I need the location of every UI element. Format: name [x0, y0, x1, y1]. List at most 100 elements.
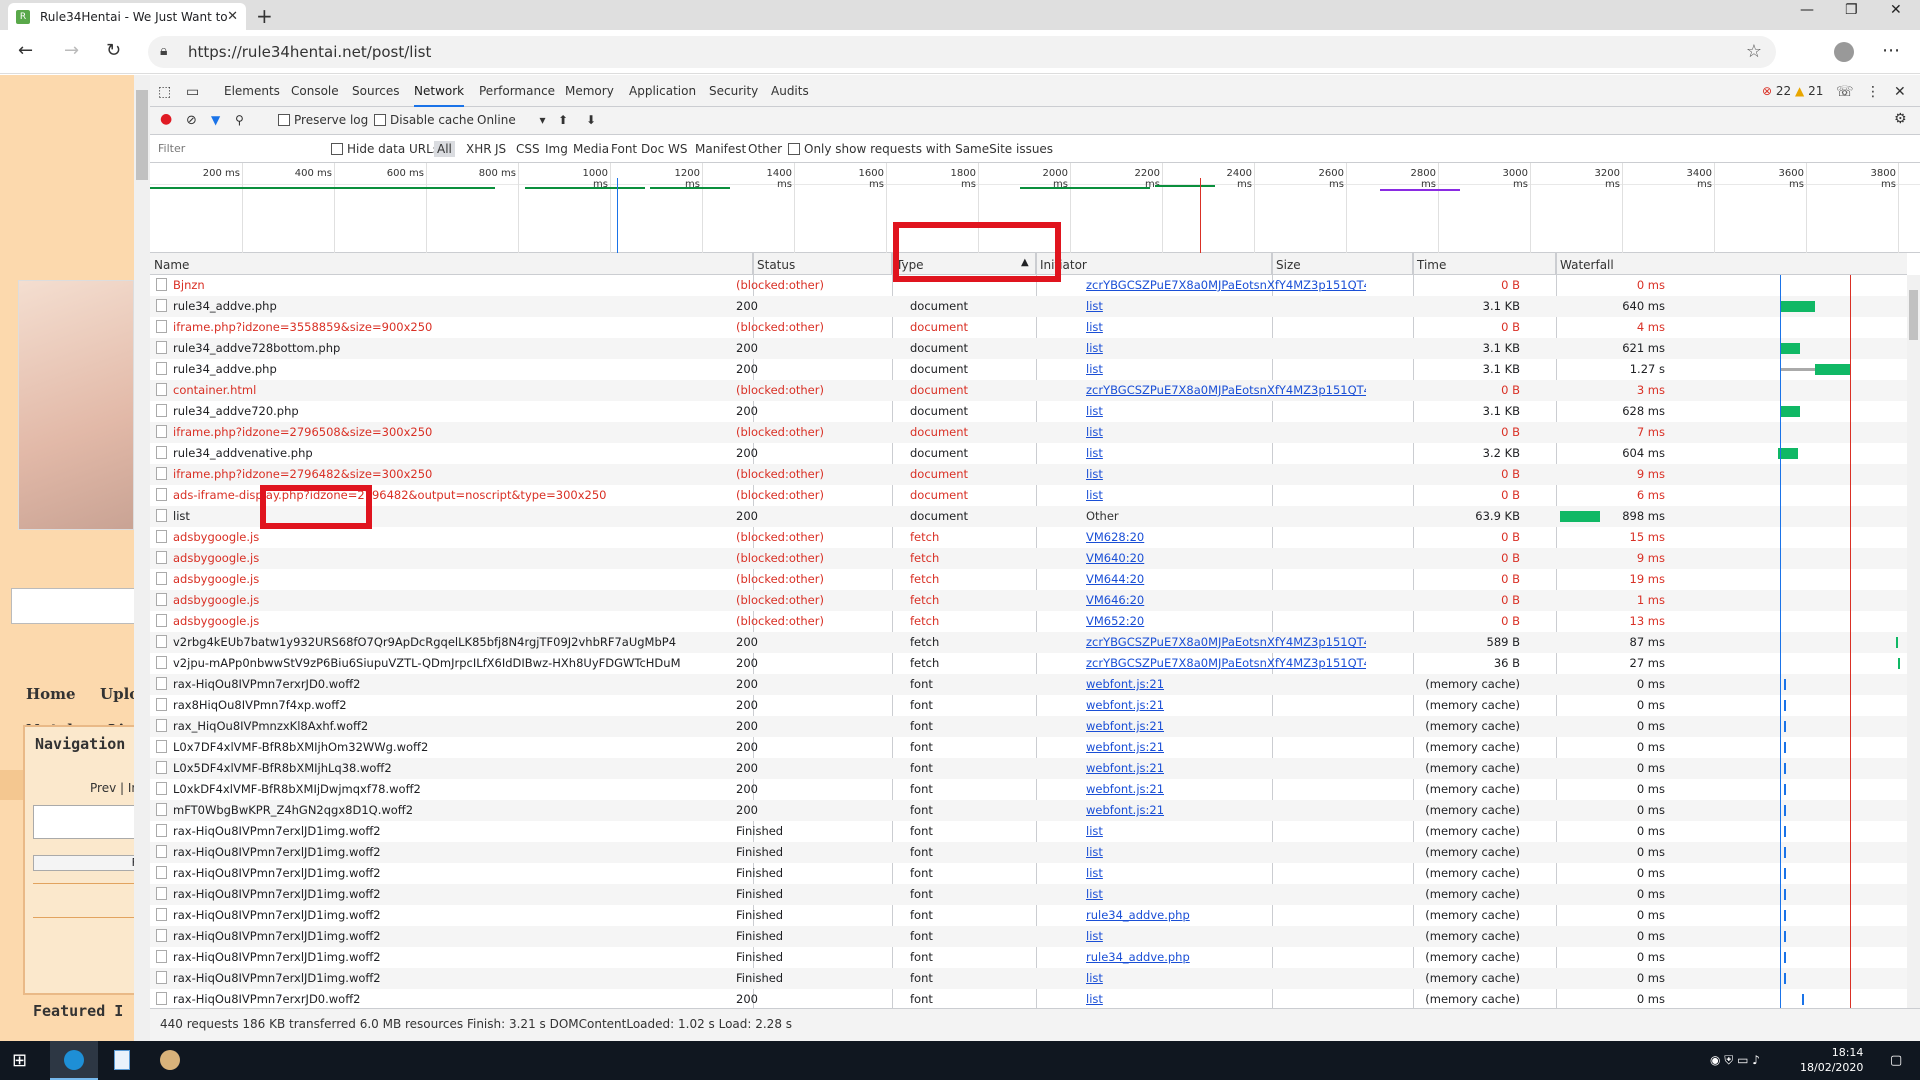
tab-application[interactable]: Application: [629, 84, 696, 98]
request-initiator[interactable]: webfont.js:21: [1086, 782, 1366, 796]
request-name-cell[interactable]: rax-HiqOu8IVPmn7erxlJD1img.woff2: [156, 950, 736, 964]
preserve-log-checkbox[interactable]: Preserve log: [278, 113, 368, 127]
tab-console[interactable]: Console: [291, 84, 339, 98]
request-initiator[interactable]: list: [1086, 362, 1366, 376]
record-icon[interactable]: ●: [160, 111, 172, 127]
table-row[interactable]: rax-HiqOu8IVPmn7erxlJD1img.woff2 Finished…: [150, 842, 1907, 863]
table-row[interactable]: container.html (blocked:other) document zcr…: [150, 380, 1907, 401]
request-initiator[interactable]: list: [1086, 866, 1366, 880]
filter-type-ws[interactable]: WS: [668, 142, 687, 156]
column-status[interactable]: Status: [753, 253, 892, 275]
request-initiator[interactable]: list: [1086, 887, 1366, 901]
navigation-search-input[interactable]: [33, 805, 143, 839]
restore-icon[interactable]: ❐: [1845, 2, 1858, 18]
table-row[interactable]: list 200 document Other 63.9 KB 898 ms: [150, 506, 1907, 527]
filter-type-xhr[interactable]: XHR: [466, 142, 492, 156]
filter-type-other[interactable]: Other: [748, 142, 782, 156]
request-name-cell[interactable]: rax_HiqOu8IVPmnzxKl8Axhf.woff2: [156, 719, 736, 733]
close-tab-icon[interactable]: ✕: [227, 9, 238, 24]
notifications-icon[interactable]: ▢: [1890, 1053, 1902, 1068]
request-initiator[interactable]: list: [1086, 488, 1366, 502]
request-name-cell[interactable]: rule34_addve.php: [156, 299, 736, 313]
request-initiator[interactable]: zcrYBGCSZPuE7X8a0MJPaEotsnXfY4MZ3p151QT4…: [1086, 278, 1366, 292]
request-name-cell[interactable]: iframe.php?idzone=2796508&size=300x250: [156, 425, 736, 439]
tab-sources[interactable]: Sources: [352, 84, 399, 98]
request-name-cell[interactable]: v2rbg4kEUb7batw1y932URS68fO7Qr9ApDcRgqel…: [156, 635, 736, 649]
tab-network[interactable]: Network: [414, 84, 465, 107]
filter-type-doc[interactable]: Doc: [641, 142, 664, 156]
table-row[interactable]: rax_HiqOu8IVPmnzxKl8Axhf.woff2 200 font web…: [150, 716, 1907, 737]
request-initiator[interactable]: list: [1086, 467, 1366, 481]
request-initiator[interactable]: VM640:20: [1086, 551, 1366, 565]
import-har-icon[interactable]: ⬆: [558, 113, 568, 127]
browser-tab[interactable]: R Rule34Hentai - We Just Want to ✕: [8, 3, 246, 30]
request-name-cell[interactable]: Bjnzn: [156, 278, 736, 292]
tab-audits[interactable]: Audits: [771, 84, 809, 98]
forward-icon[interactable]: →: [64, 40, 79, 61]
request-name-cell[interactable]: L0x7DF4xlVMF-BfR8bXMIjhOm32WWg.woff2: [156, 740, 736, 754]
favorite-star-icon[interactable]: ☆: [1746, 41, 1762, 62]
request-name-cell[interactable]: rax8HiqOu8IVPmn7f4xp.woff2: [156, 698, 736, 712]
table-row[interactable]: rax-HiqOu8IVPmn7erxrJD0.woff2 200 font webf…: [150, 674, 1907, 695]
page-scrollbar-thumb[interactable]: [136, 90, 148, 180]
page-scrollbar[interactable]: [134, 75, 150, 1041]
table-row[interactable]: rax-HiqOu8IVPmn7erxlJD1img.woff2 Finished…: [150, 968, 1907, 989]
filter-type-js[interactable]: JS: [495, 142, 506, 156]
filter-type-css[interactable]: CSS: [516, 142, 540, 156]
table-row[interactable]: rule34_addve.php 200 document list 3.1 KB 1.2…: [150, 359, 1907, 380]
new-tab-icon[interactable]: +: [256, 4, 273, 28]
table-row[interactable]: rule34_addve720.php 200 document list 3.1 KB…: [150, 401, 1907, 422]
samesite-checkbox[interactable]: Only show requests with SameSite issues: [788, 142, 1053, 156]
table-row[interactable]: adsbygoogle.js (blocked:other) fetch VM644:…: [150, 569, 1907, 590]
table-row[interactable]: mFT0WbgBwKPR_Z4hGN2qgx8D1Q.woff2 200 font w…: [150, 800, 1907, 821]
request-initiator[interactable]: zcrYBGCSZPuE7X8a0MJPaEotsnXfY4MZ3p151QT4…: [1086, 635, 1366, 649]
throttle-select[interactable]: Online ▾: [477, 113, 546, 127]
table-row[interactable]: ads-iframe-display.php?idzone=2796482&ou…: [150, 485, 1907, 506]
table-row[interactable]: rax-HiqOu8IVPmn7erxlJD1img.woff2 Finished…: [150, 821, 1907, 842]
request-name-cell[interactable]: rax-HiqOu8IVPmn7erxlJD1img.woff2: [156, 929, 736, 943]
request-initiator[interactable]: list: [1086, 845, 1366, 859]
tab-elements[interactable]: Elements: [224, 84, 280, 98]
taskbar-clock[interactable]: 18:14 18/02/2020: [1800, 1045, 1863, 1075]
request-name-cell[interactable]: rax-HiqOu8IVPmn7erxlJD1img.woff2: [156, 971, 736, 985]
table-row[interactable]: L0xkDF4xlVMF-BfR8bXMIjDwjmqxf78.woff2 200…: [150, 779, 1907, 800]
notepad-taskbar-app[interactable]: [98, 1041, 146, 1080]
profile-avatar[interactable]: [1834, 42, 1854, 62]
page-search-input[interactable]: [11, 588, 134, 624]
clear-icon[interactable]: ⊘: [186, 113, 197, 128]
request-name-cell[interactable]: rule34_addve728bottom.php: [156, 341, 736, 355]
url-text[interactable]: https://rule34hentai.net/post/list: [188, 43, 431, 61]
inspect-element-icon[interactable]: ⬚: [158, 84, 171, 100]
table-row[interactable]: adsbygoogle.js (blocked:other) fetch VM652:…: [150, 611, 1907, 632]
request-initiator[interactable]: VM628:20: [1086, 530, 1366, 544]
request-initiator[interactable]: list: [1086, 299, 1366, 313]
lock-icon[interactable]: 🔒︎: [160, 43, 167, 59]
address-bar[interactable]: 🔒︎ https://rule34hentai.net/post/list ☆: [148, 36, 1776, 68]
request-name-cell[interactable]: rax-HiqOu8IVPmn7erxrJD0.woff2: [156, 677, 736, 691]
request-initiator[interactable]: rule34_addve.php: [1086, 908, 1366, 922]
filter-input[interactable]: Filter: [154, 139, 322, 159]
request-name-cell[interactable]: rax-HiqOu8IVPmn7erxlJD1img.woff2: [156, 866, 736, 880]
request-name-cell[interactable]: v2jpu-mAPp0nbwwStV9zP6Biu6SiupuVZTL-QDmJ…: [156, 656, 736, 670]
request-initiator[interactable]: webfont.js:21: [1086, 803, 1366, 817]
hide-data-urls-checkbox[interactable]: Hide data URLs: [331, 142, 439, 156]
request-initiator[interactable]: VM652:20: [1086, 614, 1366, 628]
request-initiator[interactable]: list: [1086, 971, 1366, 985]
tab-memory[interactable]: Memory: [565, 84, 614, 98]
table-row[interactable]: rule34_addve.php 200 document list 3.1 KB 640…: [150, 296, 1907, 317]
table-row[interactable]: v2rbg4kEUb7batw1y932URS68fO7Qr9ApDcRgqel…: [150, 632, 1907, 653]
export-har-icon[interactable]: ⬇: [586, 113, 596, 127]
request-name-cell[interactable]: L0x5DF4xlVMF-BfR8bXMIjhLq38.woff2: [156, 761, 736, 775]
request-name-cell[interactable]: adsbygoogle.js: [156, 530, 736, 544]
disable-cache-checkbox[interactable]: Disable cache: [374, 113, 474, 127]
request-name-cell[interactable]: rule34_addve720.php: [156, 404, 736, 418]
request-initiator[interactable]: list: [1086, 929, 1366, 943]
search-icon[interactable]: ⚲: [235, 113, 244, 127]
request-name-cell[interactable]: mFT0WbgBwKPR_Z4hGN2qgx8D1Q.woff2: [156, 803, 736, 817]
request-initiator[interactable]: webfont.js:21: [1086, 677, 1366, 691]
browser-menu-icon[interactable]: ⋯: [1882, 40, 1900, 61]
request-name-cell[interactable]: adsbygoogle.js: [156, 572, 736, 586]
gear-icon[interactable]: ⚙: [1894, 111, 1907, 127]
request-initiator[interactable]: list: [1086, 320, 1366, 334]
column-initiator[interactable]: Initiator: [1036, 253, 1272, 275]
